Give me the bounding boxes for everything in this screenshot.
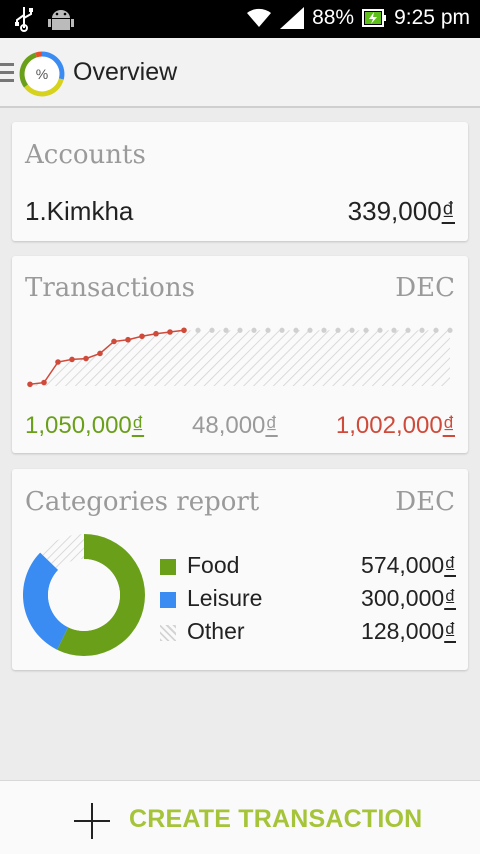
android-debug-icon	[48, 6, 74, 32]
chart-point	[41, 379, 47, 386]
chart-future-marker	[419, 327, 425, 333]
transactions-title: Transactions	[25, 273, 195, 303]
create-transaction-button[interactable]: CREATE TRANSACTION	[0, 780, 480, 854]
net-total: 48,000₫	[192, 412, 278, 439]
income-total: 1,050,000₫	[25, 412, 145, 439]
categories-title: Categories report	[25, 487, 260, 517]
chart-point	[83, 355, 89, 362]
chart-point	[27, 381, 33, 388]
chart-point	[139, 333, 145, 340]
categories-month: DEC	[395, 487, 455, 517]
wifi-icon	[246, 7, 272, 29]
legend-label: Other	[187, 618, 245, 644]
accounts-card[interactable]: Accounts 1.Kimkha 339,000₫	[12, 122, 468, 241]
chart-future-marker	[433, 327, 439, 333]
legend-value: 300,000₫	[361, 585, 456, 611]
chart-future-marker	[265, 327, 271, 333]
chart-future-marker	[307, 327, 313, 333]
chart-point	[167, 329, 173, 335]
chart-point	[69, 356, 75, 363]
chart-area	[30, 330, 450, 386]
donut-hole	[48, 559, 120, 631]
menu-icon[interactable]	[0, 63, 14, 83]
battery-percent: 88%	[312, 6, 355, 29]
legend-item-leisure[interactable]: Leisure 300,000₫	[160, 585, 456, 615]
legend-item-other[interactable]: Other 128,000₫	[160, 618, 456, 648]
chart-future-marker	[363, 327, 369, 333]
page-title: Overview	[73, 58, 178, 86]
currency-symbol: ₫	[441, 196, 455, 226]
create-transaction-label: CREATE TRANSACTION	[129, 805, 423, 833]
app-logo-icon[interactable]: %	[18, 50, 66, 98]
app-logo-text: %	[36, 66, 48, 82]
chart-future-marker	[237, 327, 243, 333]
chart-future-marker	[391, 327, 397, 333]
account-amount: 339,000₫	[347, 196, 455, 226]
chart-future-marker	[335, 327, 341, 333]
categories-donut-chart	[23, 534, 145, 656]
legend-item-food[interactable]: Food 574,000₫	[160, 552, 456, 582]
chart-future-marker	[293, 327, 299, 333]
legend-value: 128,000₫	[361, 618, 456, 644]
chart-point	[181, 327, 187, 334]
chart-future-marker	[209, 327, 215, 333]
accounts-title: Accounts	[25, 140, 146, 170]
transactions-line-chart	[27, 327, 453, 388]
transactions-month: DEC	[395, 273, 455, 303]
chart-future-marker	[349, 327, 355, 333]
legend-value: 574,000₫	[361, 552, 456, 578]
chart-future-marker	[447, 327, 453, 333]
chart-point	[153, 330, 159, 337]
chart-future-marker	[279, 327, 285, 333]
chart-point	[125, 336, 131, 343]
battery-charging-icon	[362, 8, 387, 28]
status-bar: 88% 9:25 pm	[0, 0, 480, 38]
account-name: 1.Kimkha	[25, 196, 134, 226]
food-swatch	[160, 559, 176, 575]
other-swatch	[160, 625, 176, 641]
app-bar: % Overview	[0, 38, 480, 108]
leisure-swatch	[160, 592, 176, 608]
chart-future-marker	[223, 327, 229, 333]
transactions-card[interactable]: Transactions DEC 1,050,000₫ 48,000₫ 1,00…	[12, 256, 468, 453]
chart-future-marker	[377, 327, 383, 333]
chart-future-marker	[321, 327, 327, 333]
legend-label: Food	[187, 552, 240, 578]
categories-card[interactable]: Categories report DEC Food 574,000₫ Leis…	[12, 469, 468, 670]
chart-future-marker	[405, 327, 411, 333]
plus-icon	[74, 803, 110, 839]
usb-icon	[14, 6, 34, 32]
signal-icon	[280, 7, 305, 29]
chart-point	[97, 350, 103, 357]
chart-point	[55, 359, 61, 365]
chart-future-marker	[251, 327, 257, 333]
clock: 9:25 pm	[394, 6, 470, 29]
chart-point	[111, 338, 117, 345]
expense-total: 1,002,000₫	[335, 412, 455, 439]
legend-label: Leisure	[187, 585, 263, 611]
chart-future-marker	[195, 327, 201, 333]
